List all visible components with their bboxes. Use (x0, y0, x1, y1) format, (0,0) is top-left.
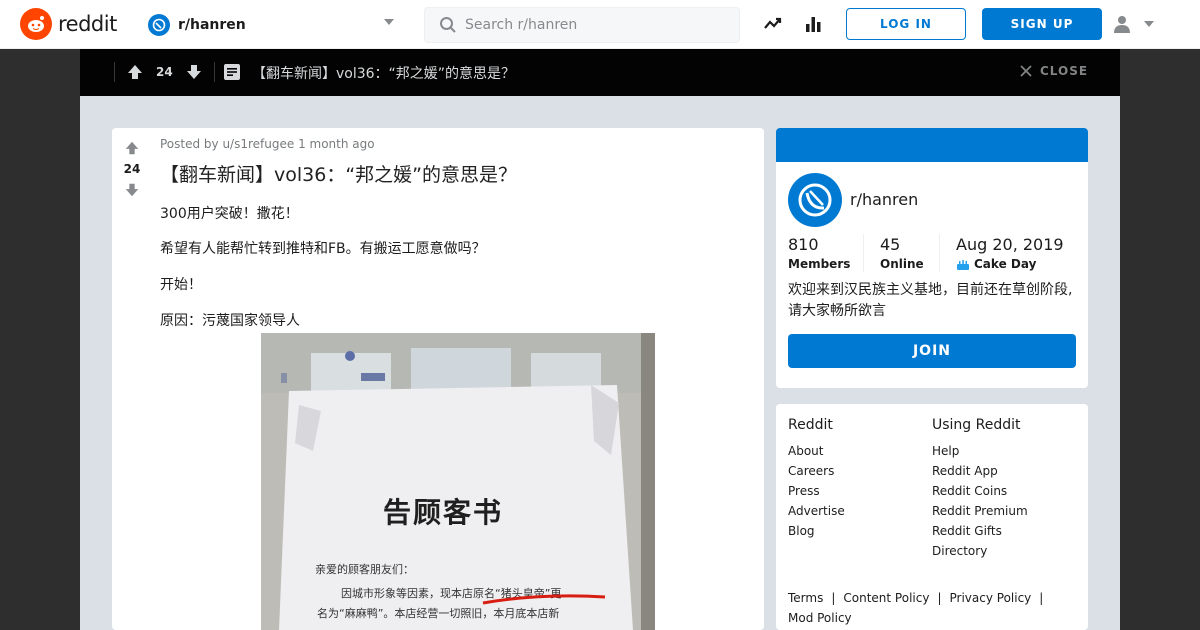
divider (863, 234, 864, 272)
community-icon[interactable] (788, 173, 842, 227)
signup-button[interactable]: SIGN UP (982, 8, 1102, 40)
footer-link-directory[interactable]: Directory (932, 544, 1028, 564)
cake-day-stat: Aug 20, 2019 Cake Day (956, 235, 1064, 271)
upvote-icon[interactable] (124, 140, 140, 156)
links-column-using-reddit: Help Reddit App Reddit Coins Reddit Prem… (932, 444, 1028, 564)
search-box[interactable] (424, 7, 740, 43)
upvote-icon[interactable] (126, 63, 144, 81)
links-heading-reddit: Reddit (788, 417, 833, 433)
chevron-down-icon (1144, 21, 1154, 27)
footer-link-reddit-app[interactable]: Reddit App (932, 464, 1028, 484)
close-button[interactable]: CLOSE (1020, 64, 1088, 78)
community-description: 欢迎来到汉民族主义基地，目前还在草创阶段,请大家畅所欲言 (788, 282, 1073, 319)
post-card: 24 Posted by u/s1refugee 1 month ago 【翻车… (112, 128, 764, 630)
join-button[interactable]: JOIN (788, 334, 1076, 368)
subreddit-icon (148, 14, 170, 36)
footer-link-reddit-gifts[interactable]: Reddit Gifts (932, 524, 1028, 544)
footer-link-press[interactable]: Press (788, 484, 845, 504)
close-icon (1020, 65, 1032, 77)
post-image[interactable]: 告顾客书 亲爱的顾客朋友们： 因城市形象等因素，现本店原名“猪头皇帝”更 名为“… (261, 333, 655, 630)
community-name[interactable]: r/hanren (850, 190, 918, 209)
footer-link-content-policy[interactable]: Content Policy (843, 591, 929, 605)
search-input[interactable] (465, 17, 725, 33)
footer-link-about[interactable]: About (788, 444, 845, 464)
subreddit-switcher[interactable]: r/hanren (148, 12, 398, 38)
reddit-logo[interactable]: reddit (20, 8, 117, 40)
cake-icon (957, 259, 969, 270)
footer-link-reddit-coins[interactable]: Reddit Coins (932, 484, 1028, 504)
divider (939, 234, 940, 272)
image-notice-heading: 告顾客书 (383, 496, 504, 529)
footer-link-mod-policy[interactable]: Mod Policy (788, 611, 852, 625)
top-header: reddit r/hanren LOG IN SIGN UP (0, 0, 1200, 49)
post-bar-title: 【翻车新闻】vol36：“邦之媛”的意思是？ (252, 66, 516, 82)
close-label: CLOSE (1040, 64, 1089, 78)
cake-day-label: Cake Day (974, 257, 1037, 271)
subreddit-name: r/hanren (178, 17, 246, 33)
post-paragraph: 希望有人能帮忙转到推特和FB。有搬运工愿意做吗？ (160, 241, 486, 257)
online-stat: 45 Online (880, 235, 924, 271)
post-paragraph: 开始！ (160, 277, 202, 293)
post-top-bar: 24 【翻车新闻】vol36：“邦之媛”的意思是？ CLOSE (80, 49, 1120, 96)
trending-icon[interactable] (763, 14, 783, 34)
vote-column: 24 (112, 128, 152, 198)
footer-links-card: Reddit Using Reddit About Careers Press … (776, 404, 1088, 630)
separator: | (831, 591, 836, 605)
community-banner (776, 128, 1088, 162)
post-meta[interactable]: Posted by u/s1refugee 1 month ago (160, 137, 375, 151)
separator: | (937, 591, 942, 605)
footer-link-privacy-policy[interactable]: Privacy Policy (950, 591, 1032, 605)
legal-links: Terms | Content Policy | Privacy Policy | Mod … (788, 588, 1078, 628)
cake-day-row: Cake Day (956, 257, 1064, 271)
post-title: 【翻车新闻】vol36：“邦之媛”的意思是？ (160, 164, 518, 186)
image-notice-text: 因城市形象等因素，现本店原名 (341, 587, 495, 600)
footer-link-help[interactable]: Help (932, 444, 1028, 464)
footer-link-advertise[interactable]: Advertise (788, 504, 845, 524)
post-paragraph: 300用户突破！撒花！ (160, 206, 299, 222)
post-paragraph: 原因：污蔑国家领导人 (160, 313, 300, 329)
members-label: Members (788, 257, 851, 271)
links-heading-using-reddit: Using Reddit (932, 417, 1021, 433)
downvote-icon[interactable] (185, 63, 203, 81)
community-card: r/hanren 810 Members 45 Online Aug 20, 2… (776, 128, 1088, 388)
post-text-icon (224, 64, 240, 80)
reddit-alien-icon (20, 8, 52, 40)
footer-link-terms[interactable]: Terms (788, 591, 823, 605)
image-notice-line: 名为“麻麻鸭”。本店经营一切照旧，本月底本店新 (317, 607, 560, 620)
search-icon (440, 17, 456, 33)
user-menu[interactable] (1112, 12, 1162, 36)
vote-score: 24 (156, 65, 173, 79)
online-count: 45 (880, 235, 901, 254)
separator: | (1039, 591, 1044, 605)
divider (114, 62, 115, 82)
footer-link-reddit-premium[interactable]: Reddit Premium (932, 504, 1028, 524)
footer-link-careers[interactable]: Careers (788, 464, 845, 484)
online-label: Online (880, 257, 924, 271)
user-icon (1114, 16, 1130, 33)
login-button[interactable]: LOG IN (846, 8, 966, 40)
chevron-down-icon (384, 19, 394, 25)
vote-score: 24 (123, 162, 141, 176)
reddit-wordmark: reddit (58, 12, 117, 36)
divider (214, 62, 215, 82)
members-stat: 810 Members (788, 235, 850, 271)
downvote-icon[interactable] (124, 182, 140, 198)
members-count: 810 (788, 235, 819, 254)
image-notice-line: 亲爱的顾客朋友们： (315, 563, 414, 576)
footer-link-blog[interactable]: Blog (788, 524, 845, 544)
stats-icon[interactable] (803, 14, 823, 34)
cake-day-date: Aug 20, 2019 (956, 235, 1064, 254)
links-column-reddit: About Careers Press Advertise Blog (788, 444, 845, 544)
